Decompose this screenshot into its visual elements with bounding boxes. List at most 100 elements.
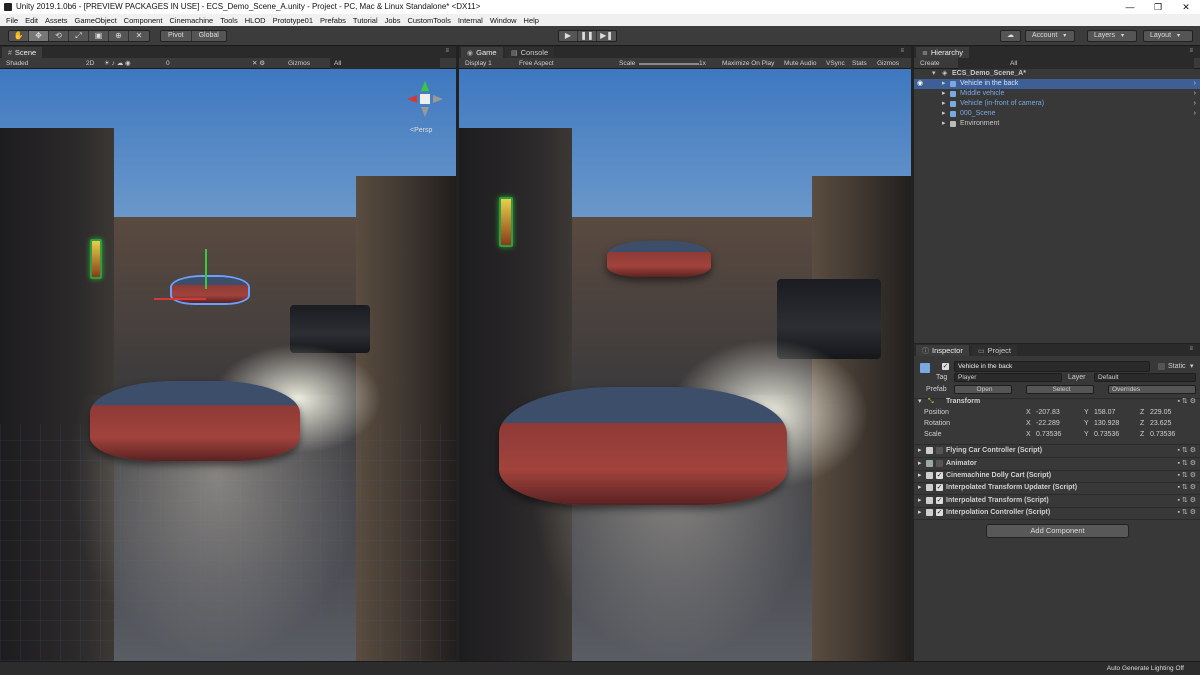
expand-arrow-icon[interactable]: ▸ <box>918 458 922 470</box>
rotate-tool-icon[interactable]: ⟲ <box>49 31 69 41</box>
object-name-field[interactable]: Vehicle in the back <box>954 361 1150 372</box>
menu-customtools[interactable]: CustomTools <box>405 16 455 25</box>
move-tool-icon[interactable]: ✥ <box>29 31 49 41</box>
prefab-open-button[interactable]: Open <box>954 385 1012 394</box>
mute-audio-toggle[interactable]: Mute Audio <box>784 58 817 69</box>
expand-arrow-icon[interactable]: ▸ <box>918 482 922 494</box>
scale-tool-icon[interactable]: ⤢ <box>69 31 89 41</box>
component-enabled-checkbox[interactable]: ✓ <box>936 497 943 504</box>
minimize-button[interactable]: — <box>1116 0 1144 14</box>
close-button[interactable]: ✕ <box>1172 0 1200 14</box>
static-checkbox[interactable] <box>1158 363 1165 370</box>
component-interpolated-transform-updater[interactable]: ▸ ✓ Interpolated Transform Updater (Scri… <box>914 482 1200 494</box>
hierarchy-scene-row[interactable]: ▾ ◈ ECS_Demo_Scene_A* <box>914 69 1200 79</box>
component-settings-icon[interactable]: ▪ ⇅ ⚙ <box>1177 507 1196 519</box>
shading-mode-dropdown[interactable]: Shaded <box>6 58 28 69</box>
pause-button[interactable]: ❚❚ <box>578 31 597 41</box>
scale-slider[interactable] <box>639 63 699 65</box>
menu-component[interactable]: Component <box>122 16 168 25</box>
hierarchy-item-middle-vehicle[interactable]: ▸ Middle vehicle › <box>914 89 1200 99</box>
scene-orientation-gizmo[interactable] <box>405 79 445 119</box>
menu-help[interactable]: Help <box>522 16 544 25</box>
scene-gizmos-dropdown[interactable]: Gizmos <box>288 58 310 69</box>
chevron-right-icon[interactable]: › <box>1194 89 1196 99</box>
component-enabled-checkbox[interactable] <box>936 460 943 467</box>
menu-cinemachine[interactable]: Cinemachine <box>167 16 218 25</box>
step-button[interactable]: ▶❚ <box>597 31 616 41</box>
panel-menu-icon[interactable]: ≡ <box>900 48 907 54</box>
menu-hlod[interactable]: HLOD <box>243 16 271 25</box>
move-gizmo-y-axis[interactable] <box>205 249 207 289</box>
hierarchy-search-input[interactable]: All <box>958 58 1194 69</box>
tab-scene[interactable]: # Scene <box>2 47 43 58</box>
component-settings-icon[interactable]: ▪ ⇅ ⚙ <box>1177 482 1196 494</box>
component-settings-icon[interactable]: ▪ ⇅ ⚙ <box>1177 495 1196 507</box>
layout-dropdown[interactable]: Layout ▾ <box>1143 30 1193 42</box>
scale-x-field[interactable]: 0.73536 <box>1036 429 1061 441</box>
custom-tool-icon[interactable]: ✕ <box>129 31 149 41</box>
game-gizmos-dropdown[interactable]: Gizmos <box>877 58 899 69</box>
menu-prototype01[interactable]: Prototype01 <box>271 16 318 25</box>
expand-arrow-icon[interactable]: ▸ <box>942 79 946 89</box>
component-flying-car-controller[interactable]: ▸ Flying Car Controller (Script) ▪ ⇅ ⚙ <box>914 445 1200 457</box>
play-button[interactable]: ▶ <box>559 31 578 41</box>
lighting-toggle-icon[interactable]: ☀ ♪ ☁ ◉ <box>104 58 131 69</box>
menu-assets[interactable]: Assets <box>43 16 73 25</box>
menu-jobs[interactable]: Jobs <box>383 16 406 25</box>
menu-gameobject[interactable]: GameObject <box>73 16 122 25</box>
expand-arrow-icon[interactable]: ▸ <box>942 99 946 109</box>
transform-tool-icon[interactable]: ⊕ <box>109 31 129 41</box>
vsync-toggle[interactable]: VSync <box>826 58 845 69</box>
tab-inspector[interactable]: ⓘ Inspector <box>916 345 969 356</box>
panel-menu-icon[interactable]: ≡ <box>1189 346 1196 352</box>
layers-dropdown[interactable]: Layers ▾ <box>1087 30 1137 42</box>
maximize-button[interactable]: ❐ <box>1144 0 1172 14</box>
scale-z-field[interactable]: 0.73536 <box>1150 429 1175 441</box>
tag-dropdown[interactable]: Player <box>954 373 1062 382</box>
projection-label[interactable]: <Persp <box>410 127 432 134</box>
expand-arrow-icon[interactable]: ▾ <box>932 69 936 79</box>
tab-console[interactable]: ▤ Console <box>505 47 555 58</box>
expand-arrow-icon[interactable]: ▸ <box>918 495 922 507</box>
prefab-overrides-dropdown[interactable]: Overrides <box>1108 385 1196 394</box>
menu-file[interactable]: File <box>4 16 23 25</box>
component-interpolated-transform[interactable]: ▸ ✓ Interpolated Transform (Script) ▪ ⇅ … <box>914 495 1200 507</box>
component-animator[interactable]: ▸ Animator ▪ ⇅ ⚙ <box>914 458 1200 470</box>
prefab-select-button[interactable]: Select <box>1026 385 1094 394</box>
chevron-right-icon[interactable]: › <box>1194 99 1196 109</box>
vehicle-in-front-of-camera[interactable] <box>90 381 300 461</box>
component-settings-icon[interactable]: ▪ ⇅ ⚙ <box>1177 445 1196 457</box>
account-dropdown[interactable]: Account ▾ <box>1025 30 1075 42</box>
2d-toggle[interactable]: 2D <box>86 58 94 69</box>
tab-game[interactable]: ◉ Game <box>461 47 503 58</box>
scene-view[interactable]: <Persp <box>0 69 456 661</box>
collab-cloud-icon[interactable]: ☁ <box>1000 30 1021 42</box>
lighting-status[interactable]: Auto Generate Lighting Off <box>1107 665 1184 672</box>
active-checkbox[interactable]: ✓ <box>942 363 949 370</box>
panel-menu-icon[interactable]: ≡ <box>1189 48 1196 54</box>
scene-camera-icon[interactable]: ✕ ⚙ <box>252 58 265 69</box>
hierarchy-item-000-scene[interactable]: ▸ 000_Scene › <box>914 109 1200 119</box>
expand-arrow-icon[interactable]: ▸ <box>942 89 946 99</box>
component-settings-icon[interactable]: ▪ ⇅ ⚙ <box>1177 470 1196 482</box>
component-settings-icon[interactable]: ▪ ⇅ ⚙ <box>1177 458 1196 470</box>
global-button[interactable]: Global <box>192 31 226 41</box>
display-dropdown[interactable]: Display 1 <box>465 58 492 69</box>
aspect-dropdown[interactable]: Free Aspect <box>519 58 554 69</box>
expand-arrow-icon[interactable]: ▸ <box>942 109 946 119</box>
component-cinemachine-dolly-cart[interactable]: ▸ ✓ Cinemachine Dolly Cart (Script) ▪ ⇅ … <box>914 470 1200 482</box>
expand-arrow-icon[interactable]: ▸ <box>918 507 922 519</box>
menu-prefabs[interactable]: Prefabs <box>318 16 351 25</box>
component-enabled-checkbox[interactable]: ✓ <box>936 472 943 479</box>
hand-tool-icon[interactable]: ✋ <box>9 31 29 41</box>
stats-toggle[interactable]: Stats <box>852 58 867 69</box>
menu-tools[interactable]: Tools <box>218 16 243 25</box>
game-view[interactable] <box>459 69 911 661</box>
chevron-right-icon[interactable]: › <box>1194 79 1196 89</box>
panel-menu-icon[interactable]: ≡ <box>445 48 452 54</box>
rect-tool-icon[interactable]: ▣ <box>89 31 109 41</box>
menu-edit[interactable]: Edit <box>23 16 43 25</box>
component-enabled-checkbox[interactable] <box>936 447 943 454</box>
scale-y-field[interactable]: 0.73536 <box>1094 429 1119 441</box>
component-enabled-checkbox[interactable]: ✓ <box>936 509 943 516</box>
